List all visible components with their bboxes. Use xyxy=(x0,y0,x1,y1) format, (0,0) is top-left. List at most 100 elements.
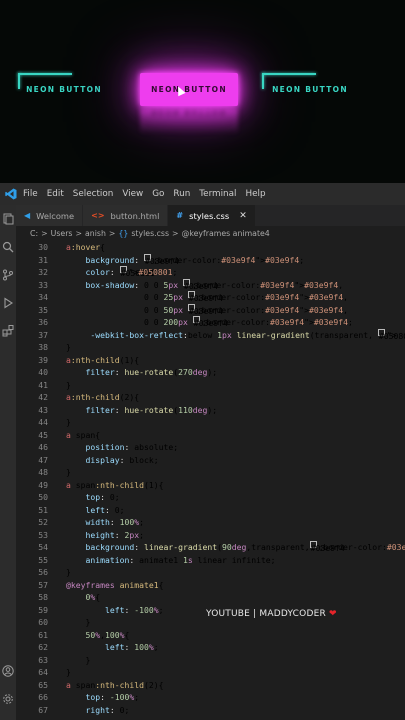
code-line[interactable]: 32 color: #050801">#050801; xyxy=(16,266,405,279)
heart-icon: ❤ xyxy=(328,609,337,619)
code-line[interactable]: 45 a span{ xyxy=(16,429,405,442)
code-line[interactable]: 62 left: 100%; xyxy=(16,641,405,654)
code-line[interactable]: 56} xyxy=(16,566,405,579)
code-text: } xyxy=(66,342,71,352)
vscode-icon: ◀ xyxy=(24,211,31,220)
neon-button-3[interactable]: NEON BUTTON xyxy=(262,73,358,106)
line-number: 44 xyxy=(38,417,48,427)
menu-bar: File Edit Selection View Go Run Terminal… xyxy=(0,183,405,205)
line-number: 32 xyxy=(38,267,48,277)
code-line[interactable]: 41} xyxy=(16,379,405,392)
code-line[interactable]: 54 background: linear-gradient(90deg,tra… xyxy=(16,541,405,554)
menu-selection[interactable]: Selection xyxy=(73,189,114,199)
line-number: 46 xyxy=(38,442,48,452)
code-text: } xyxy=(66,567,71,577)
code-line[interactable]: 47 display: block; xyxy=(16,454,405,467)
menu-view[interactable]: View xyxy=(122,189,143,199)
code-text: background: #03e9f4;border-color:#03e9f4… xyxy=(85,253,305,266)
code-text: @keyframes animate1{ xyxy=(66,579,164,590)
neon-button-hovered[interactable]: NEON BUTTON xyxy=(140,73,238,106)
code-text: a span:nth-child(1){ xyxy=(66,479,164,490)
tab-welcome[interactable]: ◀ Welcome xyxy=(16,205,84,226)
code-line[interactable]: 57 @keyframes animate1{ xyxy=(16,579,405,592)
code-line[interactable]: 38} xyxy=(16,341,405,354)
code-line[interactable]: 35 0 0 50px #03e9f4;border-color:#03e9f4… xyxy=(16,303,405,317)
code-line[interactable]: 31 background: #03e9f4;border-color:#03e… xyxy=(16,253,405,267)
code-line[interactable]: 43 filter: hue-rotate(110deg); xyxy=(16,404,405,417)
code-line[interactable]: 42 a:nth-child(2){ xyxy=(16,391,405,404)
line-number: 50 xyxy=(38,492,48,502)
breadcrumb-file[interactable]: styles.css xyxy=(131,229,169,238)
code-line[interactable]: 36 0 0 200px #03e9f4;border-color:#03e9f… xyxy=(16,316,405,329)
breadcrumb-drive[interactable]: C: xyxy=(30,229,38,238)
browser-preview: NEON BUTTON NEON BUTTON NEON BUTTON NEON… xyxy=(0,0,405,183)
editor-tabs: ◀ Welcome <> button.html # styles.css ✕ xyxy=(16,205,405,226)
code-text: } xyxy=(66,417,71,427)
breadcrumb-anish[interactable]: anish xyxy=(85,229,106,238)
line-number: 31 xyxy=(38,254,48,265)
code-line[interactable]: 37 -webkit-box-reflect:below 1px linear-… xyxy=(16,328,405,342)
code-text: } xyxy=(66,379,71,390)
menu-file[interactable]: File xyxy=(23,189,38,199)
code-text: 0 0 200px #03e9f4;border-color:#03e9f4">… xyxy=(66,316,353,328)
code-text: left: 100%; xyxy=(104,642,159,652)
code-line[interactable]: 67 right: 0; xyxy=(16,704,405,717)
menu-edit[interactable]: Edit xyxy=(47,189,64,199)
code-line[interactable]: 30 a:hover{ xyxy=(16,241,405,254)
code-line[interactable]: 65 a span:nth-child(2){ xyxy=(16,679,405,692)
code-line[interactable]: 49 a span:nth-child(1){ xyxy=(16,479,405,492)
code-line[interactable]: 33 box-shadow: 0 0 5px #03e9f4;border-co… xyxy=(16,278,405,292)
account-icon[interactable] xyxy=(2,665,14,677)
neon-button-1[interactable]: NEON BUTTON xyxy=(18,73,110,106)
tab-button-html[interactable]: <> button.html xyxy=(83,205,169,226)
code-line[interactable]: 40 filter: hue-rotate(270deg); xyxy=(16,366,405,379)
menu-go[interactable]: Go xyxy=(152,189,164,199)
code-line[interactable]: 39 a:nth-child(1){ xyxy=(16,354,405,367)
line-number: 36 xyxy=(38,317,48,327)
code-area[interactable]: 30 a:hover{31 background: #03e9f4;border-… xyxy=(16,241,405,720)
run-debug-icon[interactable] xyxy=(2,297,14,309)
code-text: position: absolute; xyxy=(85,442,179,452)
code-line[interactable]: 44} xyxy=(16,416,405,429)
code-text: filter: hue-rotate(270deg); xyxy=(85,367,218,377)
menu-terminal[interactable]: Terminal xyxy=(199,189,236,199)
line-number: 42 xyxy=(38,392,48,402)
line-number: 61 xyxy=(38,629,48,640)
code-text: box-shadow: 0 0 5px #03e9f4;border-color… xyxy=(85,278,344,291)
button-reflection: NEON BUTTON xyxy=(140,108,238,134)
vscode-logo-icon xyxy=(5,188,17,200)
line-number: 56 xyxy=(38,567,48,577)
code-text: a:hover{ xyxy=(66,242,105,252)
line-number: 57 xyxy=(38,579,48,590)
code-line[interactable]: 63 } xyxy=(16,654,405,667)
menu-run[interactable]: Run xyxy=(173,189,190,199)
code-text: right: 0; xyxy=(85,704,130,715)
code-line[interactable]: 64} xyxy=(16,666,405,679)
breadcrumb-symbol[interactable]: @keyframes animate4 xyxy=(182,229,270,238)
code-line[interactable]: 50 top: 0; xyxy=(16,491,405,504)
code-line[interactable]: 46 position: absolute; xyxy=(16,441,405,454)
code-line[interactable]: 48} xyxy=(16,466,405,479)
activity-bar xyxy=(0,205,16,720)
code-line[interactable]: 53 height: 2px; xyxy=(16,529,405,542)
code-line[interactable]: 61 50%,100%{ xyxy=(16,629,405,642)
menu-help[interactable]: Help xyxy=(245,189,265,199)
tab-styles-css[interactable]: # styles.css ✕ xyxy=(168,205,256,226)
close-icon[interactable]: ✕ xyxy=(239,211,247,221)
code-text: a:nth-child(2){ xyxy=(66,392,140,402)
code-text: left: -100%; xyxy=(104,604,164,615)
code-line[interactable]: 55 animation: animate1 1s linear infinit… xyxy=(16,554,405,567)
code-line[interactable]: 51 left: 0; xyxy=(16,504,405,517)
search-icon[interactable] xyxy=(2,241,14,253)
explorer-icon[interactable] xyxy=(2,213,14,225)
extensions-icon[interactable] xyxy=(2,325,14,337)
line-number: 45 xyxy=(38,429,48,440)
code-line[interactable]: 66 top: -100%; xyxy=(16,691,405,704)
code-line[interactable]: 58 0%{ xyxy=(16,591,405,604)
source-control-icon[interactable] xyxy=(2,269,14,281)
breadcrumb-users[interactable]: Users xyxy=(51,229,73,238)
code-line[interactable]: 34 0 0 25px #03e9f4;border-color:#03e9f4… xyxy=(16,291,405,304)
line-number: 59 xyxy=(38,604,48,615)
code-line[interactable]: 52 width: 100%; xyxy=(16,516,405,529)
settings-gear-icon[interactable] xyxy=(2,693,14,705)
